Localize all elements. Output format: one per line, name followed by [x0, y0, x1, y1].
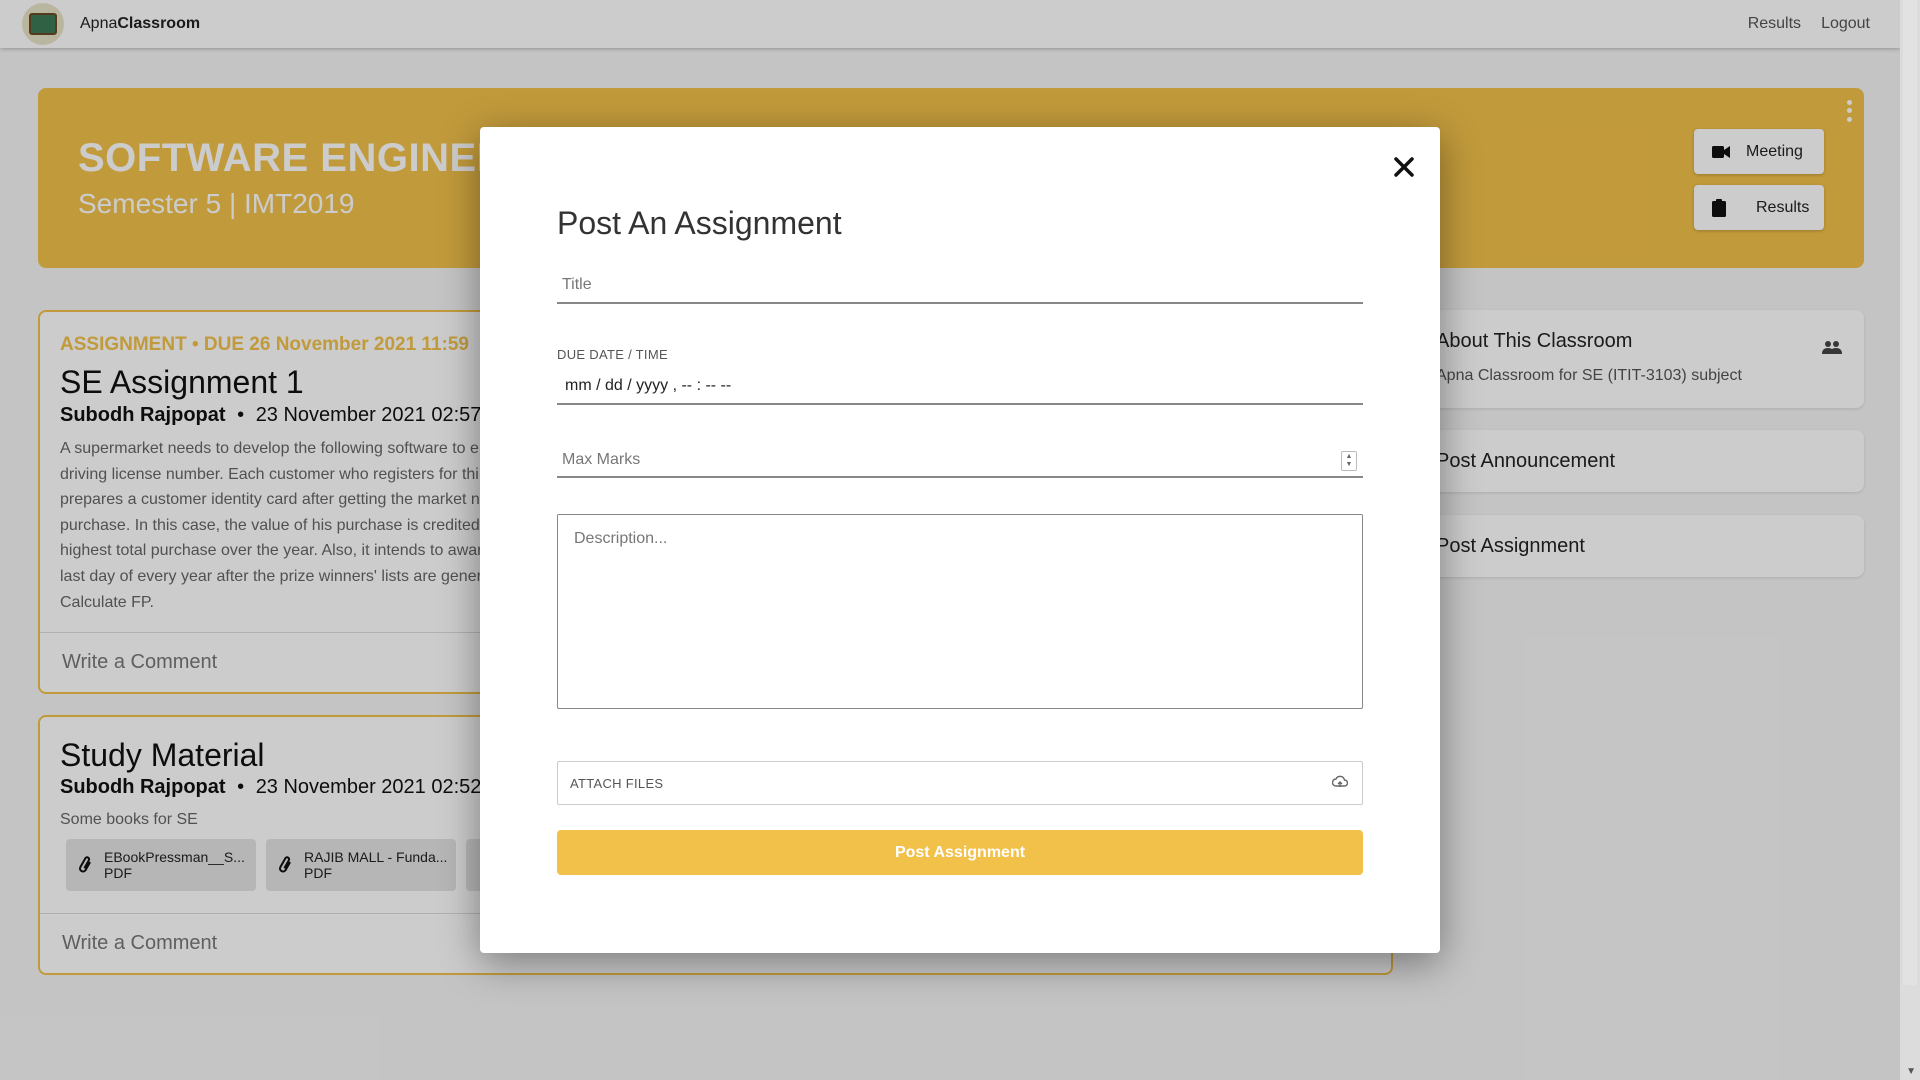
number-stepper-icon[interactable]: ▲ ▼ [1341, 451, 1357, 471]
close-icon[interactable] [1386, 149, 1422, 185]
title-input[interactable]: Title [557, 272, 1363, 304]
post-assignment-modal: Post An Assignment Title DUE DATE / TIME… [480, 127, 1440, 953]
title-placeholder: Title [562, 276, 592, 293]
post-assignment-submit-button[interactable]: Post Assignment [557, 830, 1363, 875]
modal-title: Post An Assignment [557, 205, 842, 241]
description-placeholder: Description... [574, 530, 668, 547]
attach-files-label: ATTACH FILES [570, 775, 664, 791]
max-marks-placeholder: Max Marks [562, 451, 641, 468]
max-marks-input[interactable]: Max Marks ▲ ▼ [557, 445, 1363, 478]
attach-files-button[interactable]: ATTACH FILES [557, 761, 1363, 805]
description-textarea[interactable]: Description... [557, 514, 1363, 709]
due-date-label: DUE DATE / TIME [557, 347, 668, 362]
scroll-thumb[interactable] [1903, 0, 1917, 985]
scroll-down-arrow-icon[interactable]: ▼ [1906, 1066, 1916, 1077]
cloud-upload-icon [1332, 775, 1348, 787]
page-scrollbar[interactable]: ▼ [1900, 0, 1920, 1080]
due-date-input[interactable]: mm / dd / yyyy , -- : -- -- [557, 372, 1363, 405]
due-date-value: mm / dd / yyyy , -- : -- -- [565, 377, 732, 394]
